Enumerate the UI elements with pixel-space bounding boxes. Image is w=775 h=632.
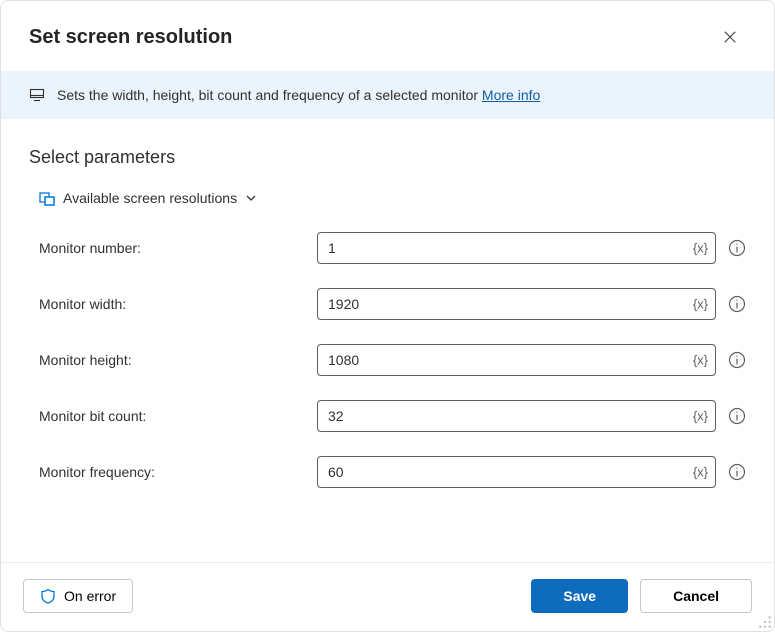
field-input-2[interactable] [317, 344, 716, 376]
info-icon[interactable] [728, 239, 746, 257]
field-input-0[interactable] [317, 232, 716, 264]
field-row: Monitor frequency: {x} [29, 456, 746, 488]
field-row: Monitor width: {x} [29, 288, 746, 320]
dialog-title: Set screen resolution [29, 26, 232, 49]
input-wrap: {x} [317, 288, 716, 320]
dialog-body: Select parameters Available screen resol… [1, 119, 774, 562]
insert-variable-button[interactable]: {x} [693, 409, 708, 424]
dialog-footer: On error Save Cancel [1, 562, 774, 631]
insert-variable-button[interactable]: {x} [693, 241, 708, 256]
insert-variable-button[interactable]: {x} [693, 297, 708, 312]
close-icon [723, 30, 737, 44]
field-input-4[interactable] [317, 456, 716, 488]
section-title: Select parameters [29, 147, 746, 168]
cancel-button[interactable]: Cancel [640, 579, 752, 613]
variables-produced-label: Available screen resolutions [63, 190, 237, 206]
info-text: Sets the width, height, bit count and fr… [57, 87, 540, 103]
variables-produced-toggle[interactable]: Available screen resolutions [39, 190, 257, 206]
dialog: Set screen resolution Sets the width, he… [0, 0, 775, 632]
field-row: Monitor bit count: {x} [29, 400, 746, 432]
field-label: Monitor bit count: [29, 408, 305, 424]
field-input-3[interactable] [317, 400, 716, 432]
insert-variable-button[interactable]: {x} [693, 353, 708, 368]
save-button[interactable]: Save [531, 579, 628, 613]
field-label: Monitor number: [29, 240, 305, 256]
input-wrap: {x} [317, 456, 716, 488]
field-input-1[interactable] [317, 288, 716, 320]
field-row: Monitor height: {x} [29, 344, 746, 376]
shield-icon [40, 588, 56, 604]
field-label: Monitor frequency: [29, 464, 305, 480]
dialog-header: Set screen resolution [1, 1, 774, 71]
input-wrap: {x} [317, 400, 716, 432]
field-row: Monitor number: {x} [29, 232, 746, 264]
field-label: Monitor width: [29, 296, 305, 312]
fields-container: Monitor number:{x}Monitor width:{x}Monit… [29, 232, 746, 488]
variable-output-icon [39, 190, 55, 206]
on-error-button[interactable]: On error [23, 579, 133, 613]
close-button[interactable] [714, 21, 746, 53]
insert-variable-button[interactable]: {x} [693, 465, 708, 480]
info-icon[interactable] [728, 295, 746, 313]
input-wrap: {x} [317, 344, 716, 376]
info-icon[interactable] [728, 407, 746, 425]
info-icon[interactable] [728, 351, 746, 369]
info-text-content: Sets the width, height, bit count and fr… [57, 87, 482, 103]
footer-actions: Save Cancel [531, 579, 752, 613]
resize-handle-icon[interactable] [758, 615, 772, 629]
input-wrap: {x} [317, 232, 716, 264]
info-bar: Sets the width, height, bit count and fr… [1, 71, 774, 119]
more-info-link[interactable]: More info [482, 87, 540, 103]
field-label: Monitor height: [29, 352, 305, 368]
workstation-icon [29, 87, 45, 103]
chevron-down-icon [245, 192, 257, 204]
info-icon[interactable] [728, 463, 746, 481]
on-error-label: On error [64, 588, 116, 604]
